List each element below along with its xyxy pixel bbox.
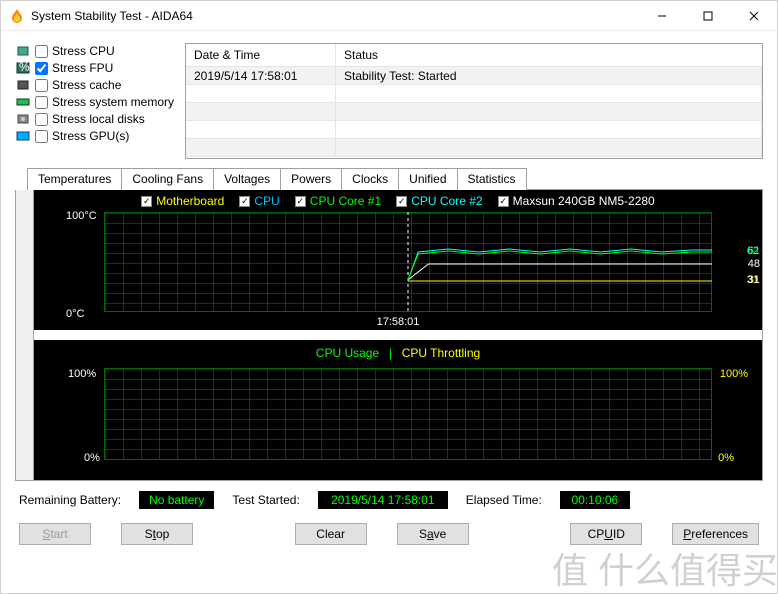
tab-temperatures[interactable]: Temperatures [27, 168, 122, 190]
temperature-plot [104, 212, 712, 312]
stress-cache-checkbox[interactable] [35, 79, 48, 92]
clear-button[interactable]: Clear [295, 523, 367, 545]
y2-left-top: 100% [68, 368, 96, 380]
svg-text:%: % [19, 62, 30, 74]
battery-value: No battery [139, 491, 214, 509]
stress-gpu-checkbox[interactable] [35, 130, 48, 143]
started-value: 2019/5/14 17:58:01 [318, 491, 448, 509]
tab-clocks[interactable]: Clocks [341, 168, 399, 190]
event-row [186, 85, 762, 103]
window-title: System Stability Test - AIDA64 [31, 9, 639, 23]
gpu-icon [15, 129, 31, 143]
graph-tabs: Temperatures Cooling Fans Voltages Power… [27, 167, 763, 190]
val-core2: 62 [747, 245, 773, 257]
temperature-chart: ✓ Motherboard ✓ CPU ✓ CPU Core #1 ✓ CPU Core… [34, 190, 762, 330]
val-ssd: 31 [747, 274, 773, 286]
legend-ssd: Maxsun 240GB NM5-2280 [513, 194, 655, 208]
tab-cooling-fans[interactable]: Cooling Fans [121, 168, 214, 190]
legend-motherboard: Motherboard [156, 194, 224, 208]
y-tick-top: 100°C [66, 210, 97, 222]
elapsed-value: 00:10:06 [560, 491, 630, 509]
legend-cb-motherboard[interactable]: ✓ [141, 196, 152, 207]
preferences-button[interactable]: Preferences [672, 523, 759, 545]
cache-icon [15, 78, 31, 92]
event-col-datetime[interactable]: Date & Time [186, 44, 336, 66]
stress-gpu-label: Stress GPU(s) [52, 129, 129, 143]
fpu-icon: % [15, 61, 31, 75]
legend-cb-core2[interactable]: ✓ [396, 196, 407, 207]
disk-icon [15, 112, 31, 126]
button-bar: Start Stop Clear Save CPUID Preferences [19, 523, 759, 545]
y-tick-bot: 0°C [66, 308, 84, 320]
legend-core1: CPU Core #1 [310, 194, 381, 208]
minimize-button[interactable] [639, 1, 685, 31]
memory-icon [15, 95, 31, 109]
maximize-button[interactable] [685, 1, 731, 31]
stress-memory-checkbox[interactable] [35, 96, 48, 109]
stop-button[interactable]: Stop [121, 523, 193, 545]
event-row [186, 139, 762, 157]
stress-disk-label: Stress local disks [52, 112, 145, 126]
legend-cb-cpu[interactable]: ✓ [239, 196, 250, 207]
cpu-icon [15, 44, 31, 58]
close-button[interactable] [731, 1, 777, 31]
elapsed-label: Elapsed Time: [466, 493, 542, 507]
start-button[interactable]: Start [19, 523, 91, 545]
val-cpu: 48 [748, 258, 760, 270]
event-cell-status: Stability Test: Started [336, 67, 762, 84]
y2-left-bot: 0% [84, 452, 100, 464]
event-col-status[interactable]: Status [336, 44, 762, 66]
app-icon [9, 8, 25, 24]
tab-powers[interactable]: Powers [280, 168, 342, 190]
started-label: Test Started: [232, 493, 299, 507]
event-log: Date & Time Status 2019/5/14 17:58:01 St… [185, 43, 763, 159]
status-bar: Remaining Battery: No battery Test Start… [19, 491, 759, 509]
stress-cache-label: Stress cache [52, 78, 121, 92]
legend-cpu: CPU [254, 194, 279, 208]
stress-options: Stress CPU % Stress FPU Stress cache Str… [15, 43, 175, 159]
event-row [186, 103, 762, 121]
legend-cb-core1[interactable]: ✓ [295, 196, 306, 207]
x-tick: 17:58:01 [377, 316, 420, 328]
stress-cpu-checkbox[interactable] [35, 45, 48, 58]
event-row [186, 121, 762, 139]
legend-core2: CPU Core #2 [411, 194, 482, 208]
graph-scroll-stub[interactable] [16, 190, 34, 480]
stress-disk-checkbox[interactable] [35, 113, 48, 126]
event-cell-datetime: 2019/5/14 17:58:01 [186, 67, 336, 84]
save-button[interactable]: Save [397, 523, 469, 545]
stress-cpu-label: Stress CPU [52, 44, 115, 58]
cpuid-button[interactable]: CPUID [570, 523, 642, 545]
battery-label: Remaining Battery: [19, 493, 121, 507]
stress-memory-label: Stress system memory [52, 95, 174, 109]
legend-cpu-usage: CPU Usage [316, 346, 379, 360]
tab-unified[interactable]: Unified [398, 168, 457, 190]
y2-right-top: 100% [720, 368, 748, 380]
legend-cb-ssd[interactable]: ✓ [498, 196, 509, 207]
tab-voltages[interactable]: Voltages [213, 168, 281, 190]
event-row[interactable]: 2019/5/14 17:58:01 Stability Test: Start… [186, 67, 762, 85]
cpu-usage-chart: CPU Usage | CPU Throttling 100% 0% 100% … [34, 340, 762, 480]
tab-statistics[interactable]: Statistics [457, 168, 527, 190]
legend-cpu-throttling: CPU Throttling [402, 346, 480, 360]
stress-fpu-label: Stress FPU [52, 61, 113, 75]
stress-fpu-checkbox[interactable] [35, 62, 48, 75]
y2-right-bot: 0% [718, 452, 734, 464]
